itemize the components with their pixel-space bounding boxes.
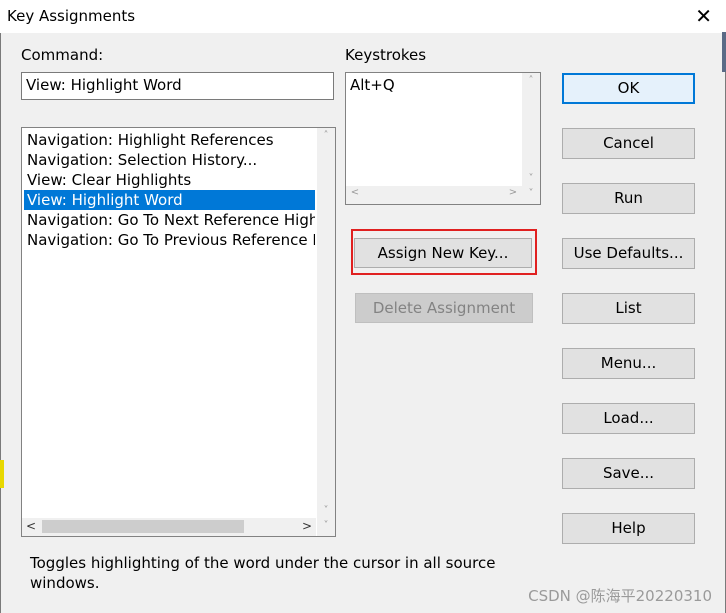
command-list-vscroll[interactable]: ˄ ˅ (317, 128, 335, 518)
keystrokes-vscroll[interactable]: ˄ ˅ (522, 73, 540, 186)
keystrokes-hscroll[interactable]: < > (346, 186, 522, 204)
help-button[interactable]: Help (562, 513, 695, 544)
scroll-up-icon[interactable]: ˄ (317, 130, 335, 141)
hscroll-thumb[interactable] (42, 520, 244, 533)
keystroke-item[interactable]: Alt+Q (350, 76, 395, 94)
ok-button[interactable]: OK (562, 73, 695, 104)
scroll-right-icon[interactable]: > (504, 187, 522, 198)
run-button[interactable]: Run (562, 183, 695, 214)
scroll-left-icon[interactable]: < (346, 187, 364, 198)
scroll-corner: ˅ (317, 518, 335, 536)
scroll-down-icon[interactable]: ˅ (317, 520, 335, 531)
keystrokes-label: Keystrokes (345, 46, 427, 64)
watermark: CSDN @陈海平20220310 (528, 587, 712, 605)
assign-new-key-button[interactable]: Assign New Key... (354, 238, 532, 268)
menu-button[interactable]: Menu... (562, 348, 695, 379)
scroll-right-icon[interactable]: > (298, 519, 316, 533)
command-description: Toggles highlighting of the word under t… (30, 554, 496, 592)
keystrokes-list[interactable]: Alt+Q ˄ ˅ < > ˅ (345, 72, 541, 205)
close-icon[interactable]: ✕ (695, 4, 712, 28)
command-list-hscroll[interactable]: < > (22, 518, 316, 536)
window-title: Key Assignments (7, 7, 136, 25)
command-input[interactable]: View: Highlight Word (21, 72, 334, 100)
delete-assignment-button[interactable]: Delete Assignment (355, 293, 533, 323)
command-list-item[interactable]: Navigation: Go To Next Reference Highlig… (24, 210, 315, 230)
use-defaults-button[interactable]: Use Defaults... (562, 238, 695, 269)
load-button[interactable]: Load... (562, 403, 695, 434)
window-frame-left (0, 33, 1, 613)
save-button[interactable]: Save... (562, 458, 695, 489)
title-bar: Key Assignments ✕ (0, 0, 726, 33)
command-label: Command: (21, 46, 104, 64)
scroll-up-icon[interactable]: ˄ (522, 75, 540, 86)
scroll-down-icon[interactable]: ˅ (522, 188, 540, 199)
scroll-down-icon[interactable]: ˅ (317, 505, 335, 516)
scroll-corner: ˅ (522, 186, 540, 204)
cancel-button[interactable]: Cancel (562, 128, 695, 159)
command-list-item[interactable]: Navigation: Highlight References (24, 130, 315, 150)
command-list[interactable]: Navigation: Highlight References Navigati… (21, 127, 336, 537)
command-list-item[interactable]: View: Highlight Word (24, 190, 315, 210)
command-list-item[interactable]: Navigation: Go To Previous Reference Hig… (24, 230, 315, 250)
scroll-left-icon[interactable]: < (22, 519, 40, 533)
scroll-down-icon[interactable]: ˅ (522, 173, 540, 184)
list-button[interactable]: List (562, 293, 695, 324)
command-list-item[interactable]: Navigation: Selection History... (24, 150, 315, 170)
command-list-item[interactable]: View: Clear Highlights (24, 170, 315, 190)
background-window-edge (0, 460, 4, 488)
command-list-items: Navigation: Highlight References Navigati… (24, 130, 315, 250)
background-window-edge (722, 32, 726, 72)
